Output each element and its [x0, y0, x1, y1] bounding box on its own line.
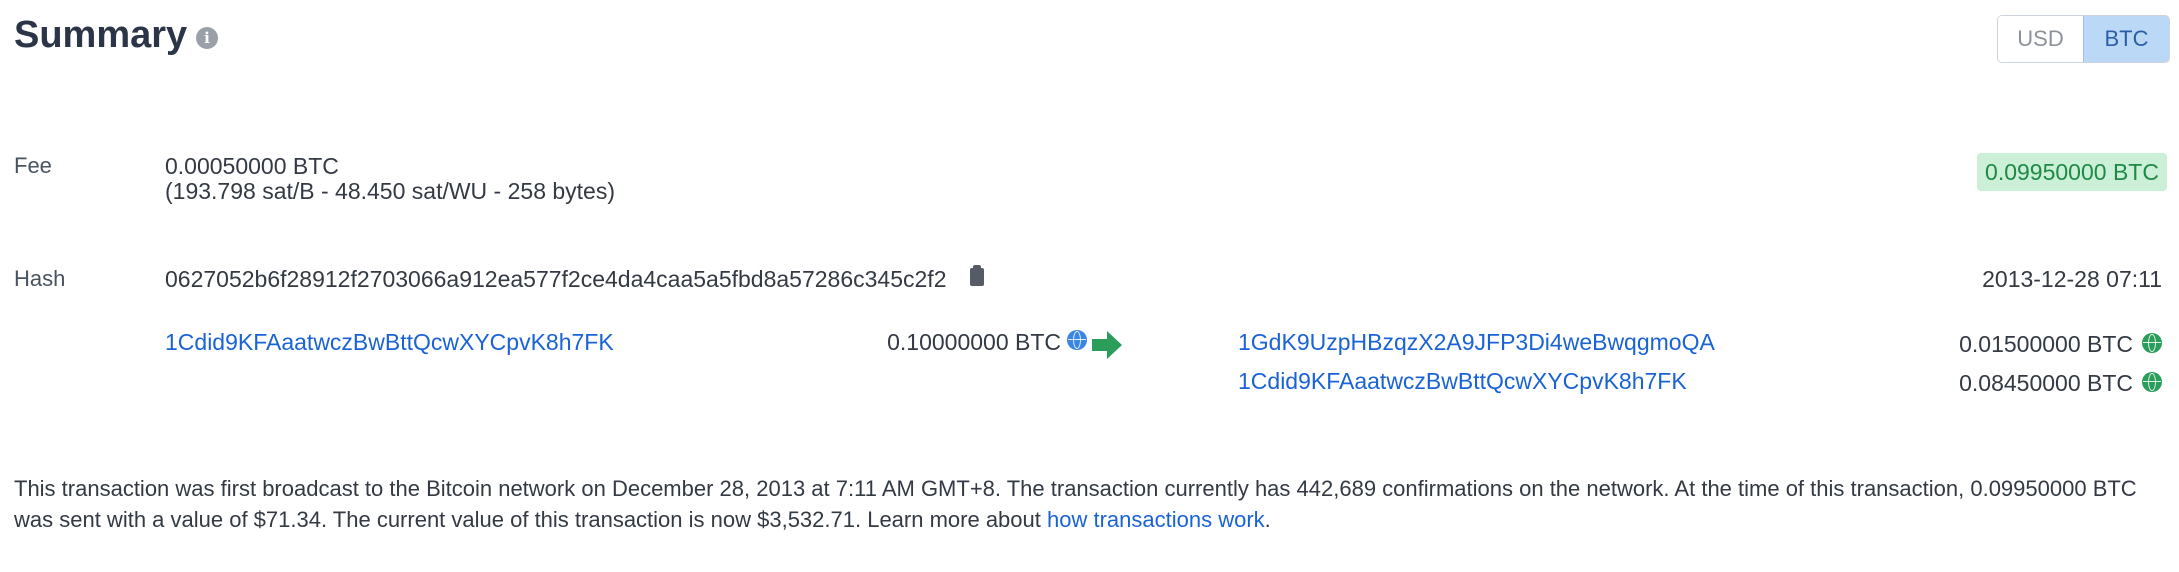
- fee-amount: 0.00050000 BTC: [165, 153, 339, 179]
- output-address-link[interactable]: 1GdK9UzpHBzqzX2A9JFP3Di4weBwqgmoQA: [1238, 329, 1715, 356]
- total-amount-badge: 0.09950000 BTC: [1977, 153, 2167, 191]
- hash-label: Hash: [14, 266, 66, 291]
- input-address-link[interactable]: 1Cdid9KFAaatwczBwBttQcwXYCpvK8h7FK: [165, 329, 614, 356]
- transaction-description: This transaction was first broadcast to …: [14, 473, 2164, 535]
- how-transactions-work-link[interactable]: how transactions work: [1047, 507, 1265, 532]
- currency-btc-button[interactable]: BTC: [2083, 16, 2169, 62]
- output-amount: 0.01500000 BTC: [1959, 331, 2133, 357]
- output-address-link[interactable]: 1Cdid9KFAaatwczBwBttQcwXYCpvK8h7FK: [1238, 368, 1687, 395]
- info-icon[interactable]: i: [196, 27, 218, 49]
- globe-icon[interactable]: [2142, 333, 2162, 353]
- timestamp: 2013-12-28 07:11: [1982, 266, 2162, 292]
- fee-label: Fee: [14, 153, 52, 178]
- fee-detail: (193.798 sat/B - 48.450 sat/WU - 258 byt…: [165, 178, 616, 204]
- clipboard-icon[interactable]: [970, 265, 984, 286]
- globe-icon[interactable]: [1067, 330, 1087, 350]
- input-amount: 0.10000000 BTC: [887, 329, 1061, 355]
- description-end: .: [1264, 507, 1271, 532]
- output-amount: 0.08450000 BTC: [1959, 370, 2133, 396]
- currency-toggle[interactable]: USD BTC: [1997, 15, 2170, 63]
- globe-icon[interactable]: [2142, 372, 2162, 392]
- currency-usd-button[interactable]: USD: [1998, 16, 2083, 62]
- page-title: Summary: [14, 14, 188, 56]
- arrow-right-icon: [1092, 331, 1122, 359]
- hash-value: 0627052b6f28912f2703066a912ea577f2ce4da4…: [165, 266, 947, 292]
